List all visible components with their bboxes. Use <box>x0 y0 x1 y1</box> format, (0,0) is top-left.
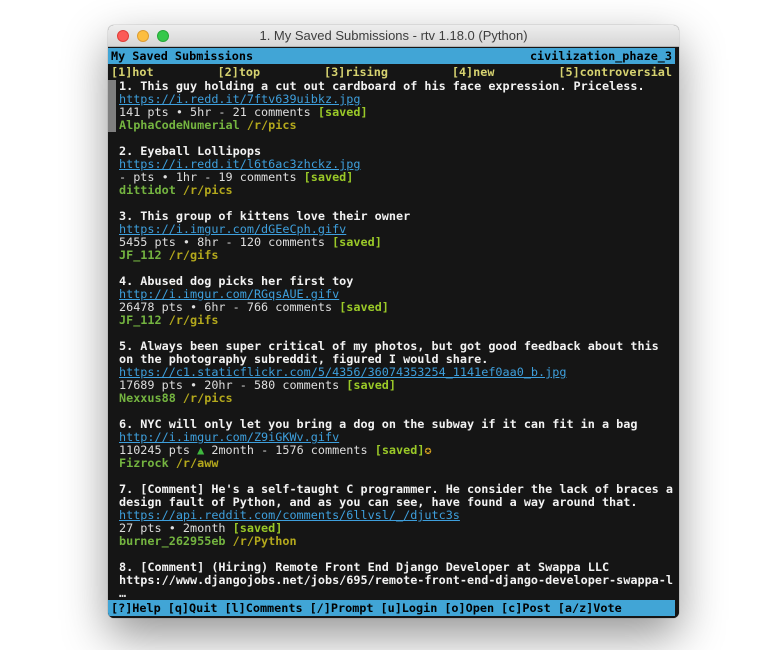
submission-stats: 5455 pts • 8hr - 120 comments <box>119 235 332 249</box>
subreddit-name: /r/gifs <box>162 248 219 262</box>
shortcut-ulogin[interactable]: [u]Login <box>381 600 438 616</box>
minimize-button[interactable] <box>137 30 149 42</box>
submission-title: 4. Abused dog picks her first toy <box>119 274 353 288</box>
submission-item: 7. [Comment] He's a self-taught C progra… <box>108 483 679 548</box>
submission-title: 3. This group of kittens love their owne… <box>119 209 410 223</box>
gilded-icon: ✪ <box>424 443 431 457</box>
submission-title: 8. [Comment] (Hiring) Remote Front End D… <box>119 560 609 574</box>
subreddit-name: /r/pics <box>240 118 297 132</box>
tab-rising[interactable]: [3]rising <box>324 64 388 80</box>
submission-stats: 110245 pts <box>119 443 197 457</box>
submission-stats: 17689 pts • 20hr - 580 comments <box>119 378 346 392</box>
window-title: 1. My Saved Submissions - rtv 1.18.0 (Py… <box>259 28 527 43</box>
submission-item: 6. NYC will only let you bring a dog on … <box>108 418 679 470</box>
shortcut-oopen[interactable]: [o]Open <box>444 600 494 616</box>
submission-item: 2. Eyeball Lollipopshttps://i.redd.it/l6… <box>108 145 679 197</box>
saved-badge: [saved] <box>375 443 425 457</box>
subreddit-name: /r/pics <box>176 183 233 197</box>
subreddit-name: /r/pics <box>176 391 233 405</box>
author-name: AlphaCodeNumerial <box>119 118 240 132</box>
status-header-bar: My Saved Submissions civilization_phaze_… <box>108 48 675 64</box>
shortcut-a/zvote[interactable]: [a/z]Vote <box>558 600 622 616</box>
truncation-ellipsis: … <box>119 586 126 600</box>
submission-title: 6. NYC will only let you bring a dog on … <box>119 417 637 431</box>
submission-title: 5. Always been super critical of my phot… <box>119 339 659 353</box>
tab-hot[interactable]: [1]hot <box>111 64 154 80</box>
submission-item: 3. This group of kittens love their owne… <box>108 210 679 262</box>
submission-item: 1. This guy holding a cut out cardboard … <box>108 80 679 132</box>
submission-title: 1. This guy holding a cut out cardboard … <box>119 79 645 93</box>
page-title: My Saved Submissions <box>111 48 253 64</box>
submission-link[interactable]: https://c1.staticflickr.com/5/4356/36074… <box>119 365 566 379</box>
saved-badge: [saved] <box>346 378 396 392</box>
shortcut-?help[interactable]: [?]Help <box>111 600 161 616</box>
sort-tabs: [1]hot [2]top [3]rising [4]new [5]contro… <box>108 64 675 80</box>
shortcut-footer-bar: [?]Help [q]Quit [l]Comments [/]Prompt [u]Log… <box>108 600 675 616</box>
submission-title: on the photography subreddit, figured I … <box>119 352 488 366</box>
shortcut-lcomments[interactable]: [l]Comments <box>224 600 302 616</box>
shortcut-cpost[interactable]: [c]Post <box>501 600 551 616</box>
submission-title: 7. [Comment] He's a self-taught C progra… <box>119 482 673 496</box>
saved-badge: [saved] <box>332 235 382 249</box>
submission-item: 4. Abused dog picks her first toyhttp://… <box>108 275 679 327</box>
author-name: dittidot <box>119 183 176 197</box>
submission-stats: 141 pts • 5hr - 21 comments <box>119 105 318 119</box>
subreddit-name: /r/gifs <box>162 313 219 327</box>
submission-title: 2. Eyeball Lollipops <box>119 144 261 158</box>
submission-url-plain: https://www.djangojobs.net/jobs/695/remo… <box>119 573 673 587</box>
tab-top[interactable]: [2]top <box>218 64 261 80</box>
submission-link[interactable]: https://i.redd.it/7ftv639uibkz.jpg <box>119 92 360 106</box>
author-name: burner_262955eb <box>119 534 226 548</box>
author-name: Fizrock <box>119 456 169 470</box>
zoom-button[interactable] <box>157 30 169 42</box>
submission-stats: 27 pts • 2month <box>119 521 233 535</box>
submission-list: 1. This guy holding a cut out cardboard … <box>108 80 679 600</box>
saved-badge: [saved] <box>233 521 283 535</box>
submission-link[interactable]: https://i.imgur.com/dGEeCph.gifv <box>119 222 346 236</box>
saved-badge: [saved] <box>339 300 389 314</box>
subreddit-name: /r/Python <box>226 534 297 548</box>
submission-link[interactable]: http://i.imgur.com/Z9iGKWv.gifv <box>119 430 339 444</box>
terminal-content[interactable]: My Saved Submissions civilization_phaze_… <box>108 47 679 618</box>
close-button[interactable] <box>117 30 129 42</box>
author-name: JF_112 <box>119 248 162 262</box>
tab-new[interactable]: [4]new <box>452 64 495 80</box>
submission-stats: 26478 pts • 6hr - 766 comments <box>119 300 339 314</box>
author-name: JF_112 <box>119 313 162 327</box>
username: civilization_phaze_3 <box>530 48 672 64</box>
shortcut-/prompt[interactable]: [/]Prompt <box>310 600 374 616</box>
submission-stats: 2month - 1576 comments <box>204 443 374 457</box>
submission-item: 5. Always been super critical of my phot… <box>108 340 679 405</box>
tab-controversial[interactable]: [5]controversial <box>558 64 672 80</box>
author-name: Nexxus88 <box>119 391 176 405</box>
subreddit-name: /r/aww <box>169 456 219 470</box>
submission-title: design fault of Python, and as you can s… <box>119 495 637 509</box>
shortcut-qquit[interactable]: [q]Quit <box>168 600 218 616</box>
selection-cursor <box>108 80 116 132</box>
traffic-lights <box>117 30 169 42</box>
terminal-window: 1. My Saved Submissions - rtv 1.18.0 (Py… <box>108 25 679 618</box>
window-titlebar: 1. My Saved Submissions - rtv 1.18.0 (Py… <box>108 25 679 47</box>
saved-badge: [saved] <box>318 105 368 119</box>
saved-badge: [saved] <box>304 170 354 184</box>
submission-item: 8. [Comment] (Hiring) Remote Front End D… <box>108 561 679 600</box>
submission-link[interactable]: https://api.reddit.com/comments/6llvsl/_… <box>119 508 460 522</box>
submission-link[interactable]: http://i.imgur.com/RGqsAUE.gifv <box>119 287 339 301</box>
submission-stats: - pts • 1hr - 19 comments <box>119 170 304 184</box>
submission-link[interactable]: https://i.redd.it/l6t6ac3zhckz.jpg <box>119 157 360 171</box>
